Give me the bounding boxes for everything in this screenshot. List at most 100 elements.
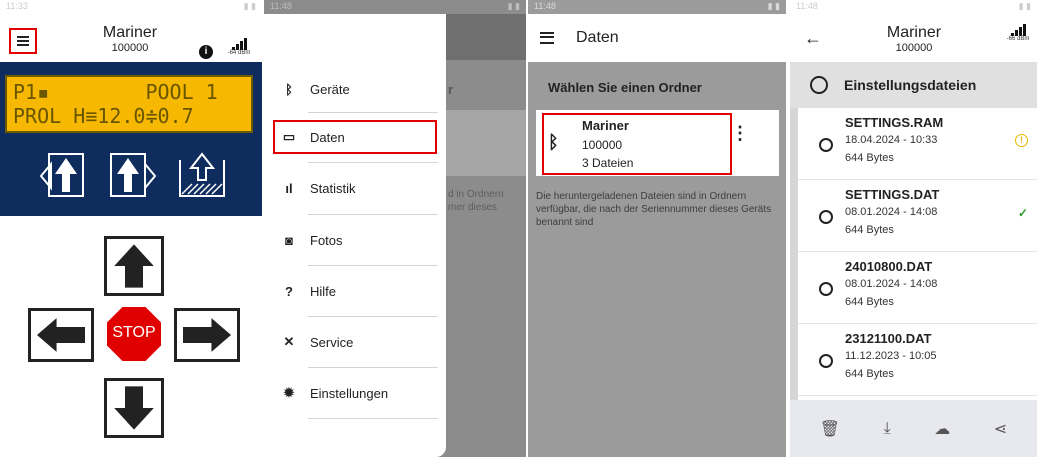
file-size: 644 Bytes: [845, 152, 894, 164]
file-name: SETTINGS.DAT: [845, 187, 940, 202]
delete-icon[interactable]: 🗑︎: [820, 419, 840, 439]
file-date: 18.04.2024 - 10:33: [845, 134, 938, 146]
menu-up-left-button[interactable]: [35, 150, 91, 200]
file-row[interactable]: 24010800.DAT 08.01.2024 - 14:08 644 Byte…: [798, 252, 1037, 324]
signal-strength: -66 dBm: [1006, 36, 1030, 42]
navigation-drawer-panel: 11:48 ▮ ▮ r d in Ordnern mer dieses ᛒ Ge…: [264, 0, 526, 457]
highlight-folder: [542, 113, 732, 175]
menu-up-right-button[interactable]: [105, 150, 161, 200]
device-title: Mariner: [886, 24, 942, 41]
camera-icon: ◙: [285, 232, 293, 248]
list-header[interactable]: Einstellungsdateien: [790, 62, 1037, 108]
nav-item-label: Service: [310, 334, 354, 350]
back-arrow-icon[interactable]: ←: [804, 28, 822, 49]
section-heading: Wählen Sie einen Ordner: [548, 80, 702, 95]
nav-item-service[interactable]: ✕ Service: [278, 327, 438, 357]
check-icon: ✓: [1017, 206, 1028, 220]
share-icon[interactable]: ⋖: [994, 419, 1007, 439]
status-bar: 11:33 ▮ ▮: [0, 0, 262, 14]
nav-item-label: Geräte: [310, 81, 350, 97]
status-time: 11:48: [534, 1, 556, 11]
lcd-display: P1▪ POOL 1 PROL H≡12.0≑0.7: [5, 75, 253, 133]
stop-label: STOP: [112, 324, 156, 341]
fill-level-button[interactable]: [174, 150, 230, 200]
nav-item-statistik[interactable]: ıl Statistik: [278, 173, 438, 203]
nav-item-fotos[interactable]: ◙ Fotos: [278, 225, 438, 255]
bottom-action-bar: 🗑︎ ⤓ ☁ ⋖: [790, 400, 1037, 457]
file-radio[interactable]: [819, 282, 833, 296]
page-title: Daten: [576, 29, 619, 46]
more-vert-icon[interactable]: ⋮: [731, 124, 749, 142]
divider: [308, 418, 438, 419]
status-bar: 11:48 ▮ ▮: [790, 0, 1037, 14]
status-time: 11:33: [6, 1, 28, 11]
navigation-drawer: ᛒ Geräte ▭ Daten ıl Statistik ◙ Fotos ? …: [264, 14, 446, 457]
status-time: 11:48: [270, 1, 292, 11]
select-all-radio[interactable]: [810, 76, 828, 94]
divider: [308, 112, 438, 113]
file-radio[interactable]: [819, 354, 833, 368]
file-name: 23121100.DAT: [845, 331, 932, 346]
app-bar: Daten: [528, 14, 786, 62]
arrow-down-button[interactable]: [104, 378, 164, 438]
device-title-block: Mariner 100000: [864, 24, 964, 54]
hamburger-icon: [17, 36, 29, 46]
highlight-daten: [273, 120, 437, 154]
file-row[interactable]: SETTINGS.RAM 18.04.2024 - 10:33 644 Byte…: [798, 108, 1037, 180]
background-app-bar: [446, 14, 526, 60]
tools-icon: ✕: [283, 334, 295, 349]
nav-item-hilfe[interactable]: ? Hilfe: [278, 276, 438, 306]
file-row[interactable]: SETTINGS.DAT 08.01.2024 - 14:08 644 Byte…: [798, 180, 1037, 252]
help-icon: ?: [285, 283, 293, 299]
file-size: 644 Bytes: [845, 368, 894, 380]
file-row[interactable]: 23121100.DAT 11.12.2023 - 10:05 644 Byte…: [798, 324, 1037, 396]
nav-item-geraete[interactable]: ᛒ Geräte: [278, 74, 438, 104]
background-text-1: d in Ordnern: [448, 189, 504, 200]
app-bar: Mariner 100000 i -64 dBm: [0, 14, 262, 62]
info-icon[interactable]: i: [199, 45, 213, 59]
file-radio[interactable]: [819, 138, 833, 152]
background-card: [446, 110, 526, 176]
app-bar: ← Mariner 100000 -66 dBm: [790, 14, 1037, 62]
settings-files-panel: 11:48 ▮ ▮ ← Mariner 100000 -66 dBm Einst…: [790, 0, 1037, 457]
nav-item-label: Statistik: [310, 180, 356, 196]
file-size: 644 Bytes: [845, 296, 894, 308]
file-date: 11.12.2023 - 10:05: [845, 350, 937, 362]
nav-item-label: Hilfe: [310, 283, 337, 299]
arrow-right-button[interactable]: [174, 308, 240, 362]
divider: [308, 214, 438, 215]
hamburger-icon[interactable]: [540, 32, 554, 44]
status-icons: ▮ ▮: [1018, 1, 1031, 11]
download-icon[interactable]: ⤓: [884, 420, 891, 438]
arrow-left-button[interactable]: [28, 308, 94, 362]
device-id: 100000: [111, 42, 149, 54]
signal-strength: -64 dBm: [227, 50, 251, 56]
arrow-up-button[interactable]: [104, 236, 164, 296]
status-icons: ▮ ▮: [243, 1, 256, 11]
nav-item-label: Fotos: [310, 232, 343, 248]
status-icons: ▮ ▮: [507, 1, 520, 11]
remote-control-panel: 11:33 ▮ ▮ Mariner 100000 i -64 dBm P1▪ P…: [0, 0, 262, 457]
status-bar: 11:48 ▮ ▮: [528, 0, 786, 14]
lcd-line-2: PROL H≡12.0≑0.7: [13, 104, 194, 128]
list-left-strip: [790, 108, 798, 400]
status-bar: 11:48 ▮ ▮: [264, 0, 526, 14]
bluetooth-icon: ᛒ: [285, 81, 293, 97]
nav-item-einstellungen[interactable]: ✹ Einstellungen: [278, 378, 438, 408]
signal-icon: [223, 38, 255, 50]
gear-icon: ✹: [283, 385, 295, 400]
background-heading-fragment: r: [448, 82, 454, 97]
menu-button[interactable]: [9, 28, 37, 54]
file-name: 24010800.DAT: [845, 259, 933, 274]
folder-description: Die heruntergeladenen Dateien sind in Or…: [536, 191, 772, 228]
data-folder-panel: 11:48 ▮ ▮ Daten Wählen Sie einen Ordner …: [528, 0, 786, 457]
device-id: 100000: [895, 42, 933, 54]
cloud-upload-icon[interactable]: ☁: [934, 419, 950, 439]
device-title: Mariner: [102, 24, 158, 41]
divider: [308, 265, 438, 266]
file-radio[interactable]: [819, 210, 833, 224]
nav-item-label: Einstellungen: [310, 385, 389, 401]
background-text-2: mer dieses: [448, 202, 497, 213]
file-name: SETTINGS.RAM: [845, 115, 944, 130]
file-date: 08.01.2024 - 14:08: [845, 278, 938, 290]
